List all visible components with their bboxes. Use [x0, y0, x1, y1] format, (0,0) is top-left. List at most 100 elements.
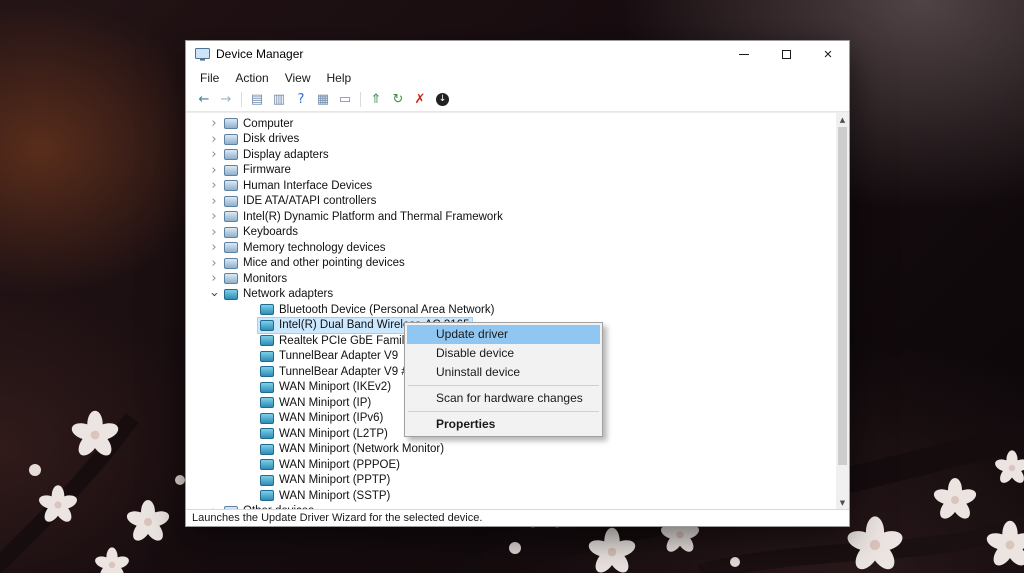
close-button[interactable]: × — [807, 41, 849, 67]
menu-view[interactable]: View — [277, 69, 319, 87]
toolbar-separator — [241, 92, 242, 107]
context-menu-item-disable-device[interactable]: Disable device — [407, 344, 600, 363]
vertical-scrollbar[interactable]: ▲ ▼ — [836, 113, 849, 509]
network-adapter-icon — [260, 413, 274, 424]
tree-item-display-adapters[interactable]: › Display adapters — [186, 147, 836, 163]
tree-item-monitors[interactable]: ›Monitors — [186, 271, 836, 287]
context-menu-item-uninstall-device[interactable]: Uninstall device — [407, 363, 600, 382]
context-menu-item-scan-for-hardware-changes[interactable]: Scan for hardware changes — [407, 389, 600, 408]
chevron-right-icon[interactable]: › — [206, 505, 222, 509]
show-window-icon[interactable]: ▦ — [312, 93, 334, 106]
help-icon[interactable]: ? — [290, 93, 312, 106]
network-adapter-icon — [260, 459, 274, 470]
tree-item-firmware[interactable]: ›Firmware — [186, 163, 836, 179]
network-adapter-icon — [224, 289, 238, 300]
network-adapter-icon — [260, 490, 274, 501]
device-manager-app-icon — [195, 48, 210, 61]
tree-item-keyboards[interactable]: ›Keyboards — [186, 225, 836, 241]
scroll-up-icon[interactable]: ▲ — [836, 113, 849, 126]
chevron-right-icon[interactable]: › — [206, 117, 222, 130]
firmware-icon — [224, 165, 238, 176]
close-icon: × — [824, 47, 833, 62]
uninstall-device-icon[interactable]: ✗ — [409, 93, 431, 106]
tree-item-intel-r-dynamic-platform-and-thermal-framework[interactable]: ›Intel(R) Dynamic Platform and Thermal F… — [186, 209, 836, 225]
tree-item-mice-and-other-pointing-devices[interactable]: ›Mice and other pointing devices — [186, 256, 836, 272]
menu-file[interactable]: File — [192, 69, 227, 87]
tree-item-ide-ata-atapi-controllers[interactable]: › IDE ATA/ATAPI controllers — [186, 194, 836, 210]
window-title: Device Manager — [216, 47, 303, 61]
computer-icon — [224, 118, 238, 129]
window-controls: × — [723, 41, 849, 67]
status-bar: Launches the Update Driver Wizard for th… — [186, 509, 849, 526]
tree-item-bluetooth-device-personal-area-network[interactable]: Bluetooth Device (Personal Area Network) — [186, 302, 836, 318]
tree-item-wan-miniport-pptp[interactable]: WAN Miniport (PPTP) — [186, 473, 836, 489]
chevron-right-icon[interactable]: › — [206, 257, 222, 270]
chevron-right-icon[interactable]: › — [206, 210, 222, 223]
disk-drive-icon — [224, 134, 238, 145]
chevron-right-icon[interactable]: › — [206, 179, 222, 192]
tree-item-content: Firmware — [222, 163, 294, 178]
tree-item-content: Monitors — [222, 271, 290, 286]
tree-item-content: Disk drives — [222, 132, 302, 147]
tree-item-computer[interactable]: ›Computer — [186, 116, 836, 132]
context-menu-separator — [408, 411, 599, 412]
tree-item-network-adapters[interactable]: › Network adapters — [186, 287, 836, 303]
tree-item-label: Display adapters — [243, 149, 329, 161]
tree-item-content: Mice and other pointing devices — [222, 256, 408, 271]
maximize-button[interactable] — [765, 41, 807, 67]
tree-item-wan-miniport-network-monitor[interactable]: WAN Miniport (Network Monitor) — [186, 442, 836, 458]
tree-item-content: Human Interface Devices — [222, 178, 375, 193]
forward-icon[interactable]: → — [215, 93, 237, 106]
context-menu-item-update-driver[interactable]: Update driver — [407, 325, 600, 344]
chevron-down-icon[interactable]: › — [208, 286, 221, 302]
tree-item-label: IDE ATA/ATAPI controllers — [243, 195, 376, 207]
tree-item-label: WAN Miniport (Network Monitor) — [279, 443, 444, 455]
network-adapter-icon — [260, 382, 274, 393]
network-adapter-icon — [260, 335, 274, 346]
tree-item-label: Human Interface Devices — [243, 180, 372, 192]
export-list-icon[interactable]: ▥ — [268, 93, 290, 106]
context-menu-item-properties[interactable]: Properties — [407, 415, 600, 434]
minimize-button[interactable] — [723, 41, 765, 67]
network-adapter-icon — [260, 397, 274, 408]
tree-item-human-interface-devices[interactable]: › Human Interface Devices — [186, 178, 836, 194]
scrollbar-thumb[interactable] — [838, 127, 847, 465]
chevron-right-icon[interactable]: › — [206, 164, 222, 177]
tree-item-disk-drives[interactable]: ›Disk drives — [186, 132, 836, 148]
tree-item-label: TunnelBear Adapter V9 #2 — [279, 366, 414, 378]
tree-item-content: WAN Miniport (Network Monitor) — [258, 442, 447, 457]
tree-item-label: TunnelBear Adapter V9 — [279, 350, 398, 362]
scroll-down-icon[interactable]: ▼ — [836, 496, 849, 509]
menu-action[interactable]: Action — [227, 69, 276, 87]
status-text: Launches the Update Driver Wizard for th… — [192, 512, 482, 524]
tree-item-content: Keyboards — [222, 225, 301, 240]
chevron-right-icon[interactable]: › — [206, 148, 222, 161]
tree-item-label: WAN Miniport (SSTP) — [279, 490, 390, 502]
tree-item-wan-miniport-pppoe[interactable]: WAN Miniport (PPPOE) — [186, 457, 836, 473]
network-adapter-icon — [260, 320, 274, 331]
menu-bar: File Action View Help — [186, 67, 849, 88]
tree-item-other-devices[interactable]: ›Other devices — [186, 504, 836, 510]
console-tree-icon[interactable]: ▤ — [246, 93, 268, 106]
menu-help[interactable]: Help — [319, 69, 360, 87]
system-device-icon — [224, 211, 238, 222]
screen-icon[interactable]: ▭ — [334, 93, 356, 106]
chevron-right-icon[interactable]: › — [206, 241, 222, 254]
network-adapter-icon — [260, 304, 274, 315]
network-adapter-icon — [260, 428, 274, 439]
chevron-right-icon[interactable]: › — [206, 133, 222, 146]
chevron-right-icon[interactable]: › — [206, 226, 222, 239]
back-icon[interactable]: ← — [193, 93, 215, 106]
disable-device-icon[interactable]: ↓ — [436, 93, 449, 106]
update-driver-icon[interactable]: ⇑ — [365, 93, 387, 106]
scan-hardware-icon[interactable]: ↻ — [387, 93, 409, 106]
tree-item-label: Network adapters — [243, 288, 333, 300]
chevron-right-icon[interactable]: › — [206, 272, 222, 285]
toolbar-separator — [360, 92, 361, 107]
tree-item-wan-miniport-sstp[interactable]: WAN Miniport (SSTP) — [186, 488, 836, 504]
tree-item-content: WAN Miniport (L2TP) — [258, 426, 391, 441]
tree-item-memory-technology-devices[interactable]: ›Memory technology devices — [186, 240, 836, 256]
tree-item-label: WAN Miniport (IKEv2) — [279, 381, 391, 393]
title-bar[interactable]: Device Manager × — [186, 41, 849, 67]
chevron-right-icon[interactable]: › — [206, 195, 222, 208]
